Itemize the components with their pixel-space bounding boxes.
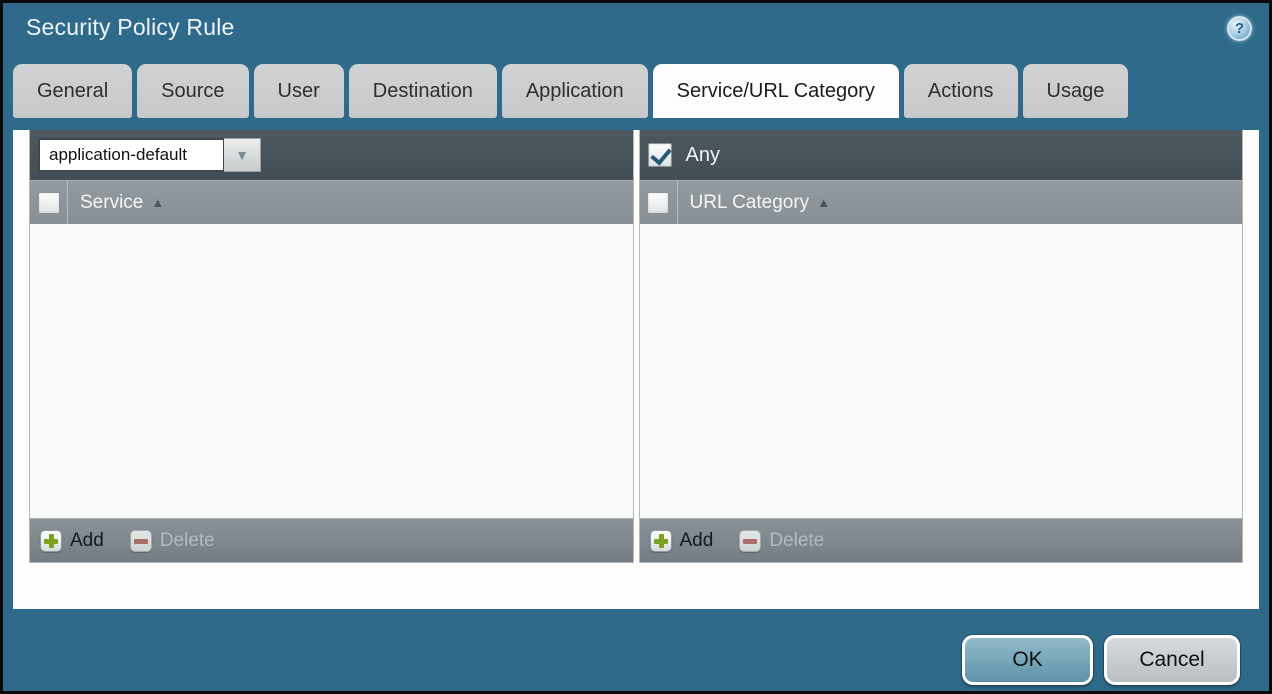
cancel-button[interactable]: Cancel [1104,635,1240,685]
tab-user[interactable]: User [254,64,344,118]
url-category-select-all-cell [640,181,678,224]
url-category-delete-button: Delete [739,530,824,552]
tab-content-area: ▼ Service ▲ Add [13,130,1259,609]
url-category-table-header: URL Category ▲ [640,180,1243,224]
url-category-panel-toolbar: Any [640,130,1243,180]
service-table-header: Service ▲ [30,180,633,224]
service-url-panels: ▼ Service ▲ Add [29,130,1243,563]
service-add-label: Add [70,530,104,552]
tab-application[interactable]: Application [502,64,648,118]
dialog-title: Security Policy Rule [26,14,235,41]
service-column-header[interactable]: Service [80,192,143,214]
tab-service-url-category[interactable]: Service/URL Category [653,64,899,118]
service-panel: ▼ Service ▲ Add [29,130,634,563]
service-delete-button: Delete [130,530,215,552]
service-list-body [30,224,633,518]
service-add-button[interactable]: Add [40,530,104,552]
sort-ascending-icon: ▲ [151,195,164,210]
url-category-any-checkbox[interactable] [648,143,672,167]
delete-minus-icon [739,530,761,552]
help-icon[interactable]: ? [1227,16,1252,41]
dialog-titlebar: Security Policy Rule ? [3,3,1269,64]
service-type-dropdown: ▼ [38,138,261,172]
tab-source[interactable]: Source [137,64,248,118]
url-category-panel: Any URL Category ▲ Add [639,130,1244,563]
service-delete-label: Delete [160,530,215,552]
service-panel-toolbar: ▼ [30,130,633,180]
service-select-all-cell [30,181,68,224]
url-category-any-label: Any [686,144,720,167]
sort-ascending-icon: ▲ [817,195,830,210]
url-category-delete-label: Delete [769,530,824,552]
url-category-panel-footer: Add Delete [640,518,1243,562]
url-category-select-all-checkbox[interactable] [647,192,669,214]
dialog-footer: OK Cancel [3,635,1269,685]
tab-destination[interactable]: Destination [349,64,497,118]
url-category-list-body [640,224,1243,518]
url-category-column-header[interactable]: URL Category [690,192,810,214]
help-icon-glyph: ? [1235,20,1244,37]
add-plus-icon [650,530,672,552]
chevron-down-icon: ▼ [235,147,249,163]
tab-bar: General Source User Destination Applicat… [13,64,1269,118]
service-type-dropdown-button[interactable]: ▼ [224,138,261,172]
service-select-all-checkbox[interactable] [38,192,60,214]
tab-general[interactable]: General [13,64,132,118]
security-policy-rule-dialog: Security Policy Rule ? General Source Us… [0,0,1272,694]
tab-actions[interactable]: Actions [904,64,1018,118]
add-plus-icon [40,530,62,552]
service-type-input[interactable] [38,138,224,172]
delete-minus-icon [130,530,152,552]
service-panel-footer: Add Delete [30,518,633,562]
url-category-add-button[interactable]: Add [650,530,714,552]
tab-usage[interactable]: Usage [1023,64,1129,118]
url-category-add-label: Add [680,530,714,552]
ok-button[interactable]: OK [962,635,1093,685]
